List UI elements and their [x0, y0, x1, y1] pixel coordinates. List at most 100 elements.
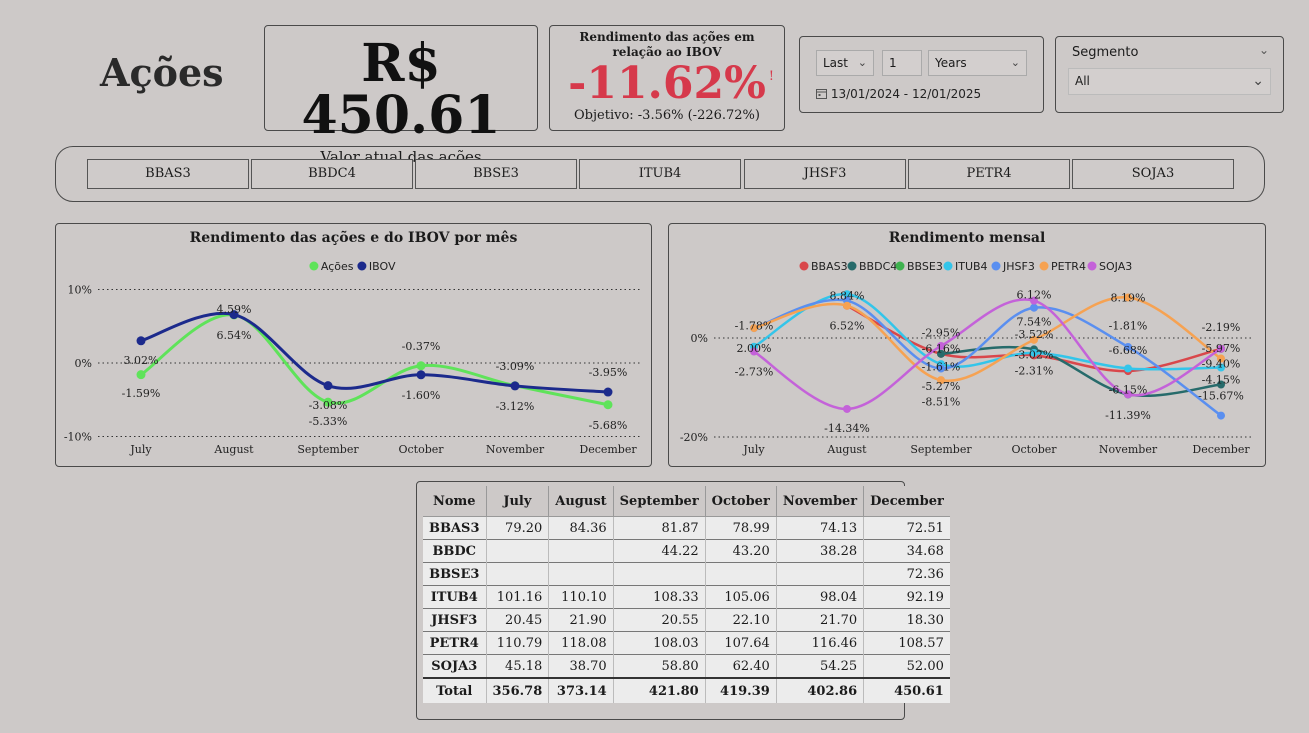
row-name-cell: ITUB4 — [423, 585, 486, 609]
data-label: -3.02% — [1015, 348, 1054, 361]
date-count-value: 1 — [889, 56, 897, 70]
x-tick-label: September — [910, 443, 972, 456]
value-cell: 38.28 — [775, 539, 864, 563]
value-cell: 20.45 — [485, 608, 549, 632]
y-tick-label: 10% — [68, 284, 92, 297]
total-value-cell: 419.39 — [704, 677, 777, 703]
x-tick-label: October — [1011, 443, 1057, 456]
calendar-icon — [816, 89, 827, 99]
warning-icon[interactable]: ! — [769, 70, 774, 83]
data-label: 6.54% — [217, 329, 252, 342]
legend-marker-jhsf3 — [991, 261, 1001, 271]
data-label: -2.31% — [1015, 365, 1054, 378]
ticker-button-bbse3[interactable]: BBSE3 — [415, 159, 577, 189]
column-header[interactable]: Nome — [423, 486, 486, 517]
ticker-button-petr4[interactable]: PETR4 — [908, 159, 1070, 189]
legend-label-soja3: SOJA3 — [1099, 260, 1132, 273]
segment-filter-card: Segmento ⌄ All ⌄ — [1055, 36, 1284, 113]
data-label: -6.15% — [1109, 383, 1148, 396]
value-cell: 58.80 — [612, 654, 706, 678]
column-header[interactable]: November — [775, 486, 864, 517]
ticker-button-itub4[interactable]: ITUB4 — [579, 159, 741, 189]
row-name-cell: BBAS3 — [423, 516, 486, 540]
value-cell — [548, 539, 614, 563]
data-point — [1124, 364, 1132, 373]
ticker-button-bbdc4[interactable]: BBDC4 — [251, 159, 413, 189]
column-header[interactable]: December — [863, 486, 950, 517]
value-cell: 74.13 — [775, 516, 864, 540]
data-point — [843, 301, 851, 310]
data-point — [323, 381, 333, 391]
date-mode-dropdown[interactable]: Last ⌄ — [816, 50, 874, 76]
legend-label-jhsf3: JHSF3 — [1002, 260, 1035, 273]
table-row: ITUB4 101.16 110.10 108.33 105.06 98.04 92.19 — [423, 585, 950, 609]
ticker-button-soja3[interactable]: SOJA3 — [1072, 159, 1234, 189]
ticker-slicer: BBAS3 BBDC4 BBSE3 ITUB4 JHSF3 PETR4 SOJA… — [55, 146, 1265, 202]
chart-monthly-vs-ibov-svg: Ações IBOV 10% 0% -10% July August September Oct… — [64, 260, 641, 456]
total-value-cell: 402.86 — [775, 677, 864, 703]
value-cell: 84.36 — [548, 516, 614, 540]
data-label: -11.39% — [1105, 409, 1151, 422]
date-unit-value: Years — [935, 56, 967, 70]
data-label: -9.40% — [1202, 358, 1241, 371]
column-header[interactable]: August — [548, 486, 614, 517]
total-value-cell: 450.61 — [863, 677, 950, 703]
x-tick-label: August — [213, 443, 254, 456]
date-unit-dropdown[interactable]: Years ⌄ — [928, 50, 1027, 76]
value-cell: 79.20 — [485, 516, 549, 540]
legend-label-bbas3: BBAS3 — [811, 260, 848, 273]
data-label: -6.68% — [1109, 344, 1148, 357]
ticker-button-jhsf3[interactable]: JHSF3 — [744, 159, 906, 189]
value-cell — [704, 562, 777, 586]
value-cell: 101.16 — [485, 585, 549, 609]
y-tick-label: -20% — [680, 431, 708, 444]
data-label: -1.78% — [735, 320, 774, 333]
data-label: 4.59% — [217, 303, 252, 316]
chevron-down-icon[interactable]: ⌄ — [1259, 43, 1269, 57]
column-header[interactable]: October — [704, 486, 777, 517]
table-total-row: Total 356.78 373.14 421.80 419.39 402.86 450.6… — [423, 677, 950, 703]
legend-marker-ibov — [357, 261, 367, 271]
chevron-down-icon: ⌄ — [1010, 56, 1020, 69]
column-header[interactable]: September — [612, 486, 706, 517]
column-header[interactable]: July — [485, 486, 549, 517]
kpi-current-value: R$ 450.61 — [301, 33, 501, 146]
data-label: -0.37% — [402, 340, 441, 353]
data-label: -15.67% — [1198, 389, 1244, 402]
series-line-bbdc4 — [940, 345, 1222, 398]
data-point — [1030, 303, 1038, 312]
value-cell: 52.00 — [863, 654, 950, 678]
y-tick-label: 0% — [691, 332, 708, 345]
chart-monthly-returns-svg: BBAS3 BBDC4 BBSE3 ITUB4 JHSF3 PETR4 SOJA3 0% -20… — [680, 260, 1254, 456]
data-label: 6.12% — [1017, 288, 1052, 301]
kpi-performance-goal: Objetivo: -3.56% (-226.72%) — [574, 108, 760, 123]
segment-label: Segmento — [1072, 45, 1139, 60]
kpi-performance-value-wrap: -11.62% ! — [568, 62, 774, 106]
value-cell: 116.46 — [775, 631, 864, 655]
value-cell — [775, 562, 864, 586]
segment-dropdown[interactable]: All ⌄ — [1068, 68, 1271, 95]
legend-marker-bbas3 — [799, 261, 809, 271]
value-cell: 22.10 — [704, 608, 777, 632]
date-count-input[interactable]: 1 — [882, 50, 922, 76]
x-tick-label: December — [1192, 443, 1250, 456]
row-name-cell: PETR4 — [423, 631, 486, 655]
legend-label-itub4: ITUB4 — [955, 260, 988, 273]
data-label: -3.52% — [1015, 328, 1054, 341]
ticker-button-bbas3[interactable]: BBAS3 — [87, 159, 249, 189]
legend-label-ações: Ações — [321, 260, 354, 273]
data-label: -4.15% — [1202, 374, 1241, 387]
chevron-down-icon: ⌄ — [857, 56, 867, 69]
chart-monthly-vs-ibov: Rendimento das ações e do IBOV por mês A… — [55, 223, 652, 467]
legend-label-petr4: PETR4 — [1051, 260, 1086, 273]
row-name-cell: BBDC — [423, 539, 486, 563]
total-value-cell: 373.14 — [548, 677, 614, 703]
data-point — [136, 370, 146, 380]
legend-marker-bbdc4 — [847, 261, 857, 271]
table-row: SOJA3 45.18 38.70 58.80 62.40 54.25 52.00 — [423, 654, 950, 678]
table-row: BBSE3 72.36 — [423, 562, 950, 586]
value-cell — [612, 562, 706, 586]
value-cell: 118.08 — [548, 631, 614, 655]
x-tick-label: September — [297, 443, 359, 456]
data-point — [510, 381, 520, 391]
